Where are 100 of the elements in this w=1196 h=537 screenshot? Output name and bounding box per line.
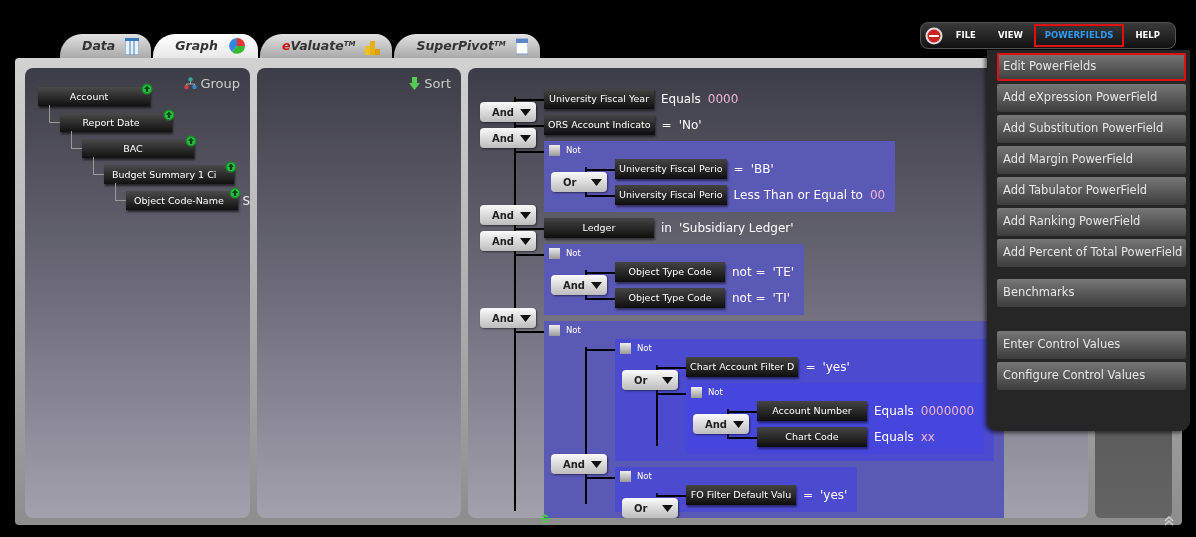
panel-title: Group (200, 75, 240, 93)
field-chip[interactable]: University Fiscal Year (544, 89, 654, 109)
operator-dropdown[interactable]: And (480, 231, 536, 251)
field-chip[interactable]: Object Type Code (615, 288, 725, 308)
comparison-label: = (803, 487, 814, 504)
not-label: Not (566, 323, 581, 337)
comparison-label: not = (732, 264, 766, 281)
not-label: Not (708, 385, 723, 399)
operator-dropdown[interactable]: And (480, 128, 536, 148)
not-label: Not (637, 469, 652, 483)
comparison-label: Equals (661, 91, 701, 108)
field-label: S (242, 192, 250, 210)
menu-item[interactable]: Add Ranking PowerField (997, 208, 1186, 236)
hierarchy-icon (184, 77, 198, 91)
tab[interactable]: Data (60, 34, 152, 58)
caret-icon (733, 420, 744, 428)
not-checkbox[interactable] (620, 342, 631, 354)
menu-item[interactable]: Edit PowerFields (997, 53, 1186, 81)
operator-dropdown[interactable]: And (480, 205, 536, 225)
calendar-icon (515, 37, 528, 55)
operator-dropdown[interactable]: Or (622, 370, 678, 390)
comparison-label: Less Than or Equal to (733, 187, 863, 204)
caret-icon (520, 211, 531, 219)
operator-dropdown[interactable]: And (480, 102, 536, 122)
value-label: 00 (869, 187, 886, 204)
menu-item[interactable]: Benchmarks (997, 279, 1186, 307)
field-chip[interactable]: Chart Account Filter D (686, 357, 799, 377)
logo-icon (924, 26, 943, 45)
not-checkbox[interactable] (691, 386, 702, 398)
up-arrow-icon (225, 161, 238, 173)
menu-item[interactable]: Add Tabulator PowerField (997, 177, 1186, 205)
operator-dropdown[interactable]: Or (551, 172, 607, 192)
collapse-icon (540, 514, 550, 523)
value-label: 'yes' (822, 359, 850, 376)
caret-icon (520, 108, 531, 116)
operator-dropdown[interactable]: And (693, 414, 749, 434)
menu-item[interactable]: Enter Control Values (997, 331, 1186, 359)
menu-item[interactable]: VIEW (988, 26, 1032, 45)
field-chip[interactable]: Chart Code (757, 427, 867, 447)
field-chip[interactable]: University Fiscal Perio (615, 185, 727, 205)
comparison-label: Equals (874, 403, 914, 420)
value-label: 0000000 (920, 403, 975, 420)
tab[interactable]: eValuate$^{TM}$ (259, 34, 393, 58)
not-label: Not (566, 143, 581, 157)
value-label: 'TE' (772, 264, 795, 281)
not-label: Not (637, 341, 652, 355)
comparison-label: = (733, 161, 744, 178)
menu-item[interactable]: Add Margin PowerField (997, 146, 1186, 174)
menu-item[interactable]: Add Substitution PowerField (997, 115, 1186, 143)
comparison-label: = (661, 117, 672, 134)
not-checkbox[interactable] (549, 247, 560, 259)
up-arrow-icon (229, 187, 242, 199)
caret-icon (662, 376, 673, 384)
field-chip[interactable]: Ledger (544, 218, 654, 238)
field-chip[interactable]: FO Filter Default Valu (686, 485, 796, 505)
caret-icon (591, 178, 602, 186)
field-chip[interactable]: ORS Account Indicato (544, 115, 655, 135)
menu-item[interactable]: POWERFIELDS (1035, 26, 1123, 45)
up-arrow-icon (141, 83, 153, 95)
table-icon (125, 37, 140, 55)
not-checkbox[interactable] (549, 144, 560, 156)
caret-icon (520, 134, 531, 142)
caret-icon (591, 281, 602, 289)
operator-dropdown[interactable]: And (551, 454, 607, 474)
menu-item[interactable]: Configure Control Values (997, 362, 1186, 390)
menu-item[interactable]: Add Percent of Total PowerField (997, 239, 1186, 267)
comparison-label: = (805, 359, 816, 376)
field-chip[interactable]: Object Type Code (615, 262, 725, 282)
field-chip[interactable]: Account Number (757, 401, 867, 421)
down-arrow-icon (408, 77, 422, 91)
not-label: Not (566, 246, 581, 260)
comparison-label: Equals (874, 429, 914, 446)
caret-icon (591, 460, 602, 468)
field-chip[interactable]: University Fiscal Perio (615, 159, 727, 179)
not-checkbox[interactable] (620, 470, 631, 482)
menu-item[interactable]: HELP (1126, 26, 1169, 45)
operator-dropdown[interactable]: Or (622, 498, 678, 518)
value-label: 0000 (707, 91, 739, 108)
not-checkbox[interactable] (549, 324, 560, 336)
value-label: 'TI' (772, 290, 790, 307)
comparison-label: in (661, 220, 672, 237)
comparison-label: not = (732, 290, 766, 307)
menu-item[interactable]: Add eXpression PowerField (997, 84, 1186, 112)
caret-icon (520, 237, 531, 245)
menu-item[interactable]: FILE (946, 26, 985, 45)
value-label: xx (920, 429, 935, 446)
operator-dropdown[interactable]: And (551, 275, 607, 295)
panel-title: Sort (424, 75, 451, 93)
tab[interactable]: SuperPivot$^{TM}$ (394, 34, 540, 58)
up-arrow-icon (163, 109, 175, 121)
expand-up-icon (1164, 516, 1174, 526)
value-label: 'BB' (750, 161, 774, 178)
caret-icon (662, 504, 673, 512)
caret-icon (520, 314, 531, 322)
value-label: 'yes' (820, 487, 848, 504)
tab[interactable]: Graph (153, 34, 258, 58)
operator-dropdown[interactable]: And (480, 308, 536, 328)
up-arrow-icon (185, 135, 197, 147)
value-label: 'Subsidiary Ledger' (678, 220, 794, 237)
pie-chart-icon (227, 37, 246, 55)
